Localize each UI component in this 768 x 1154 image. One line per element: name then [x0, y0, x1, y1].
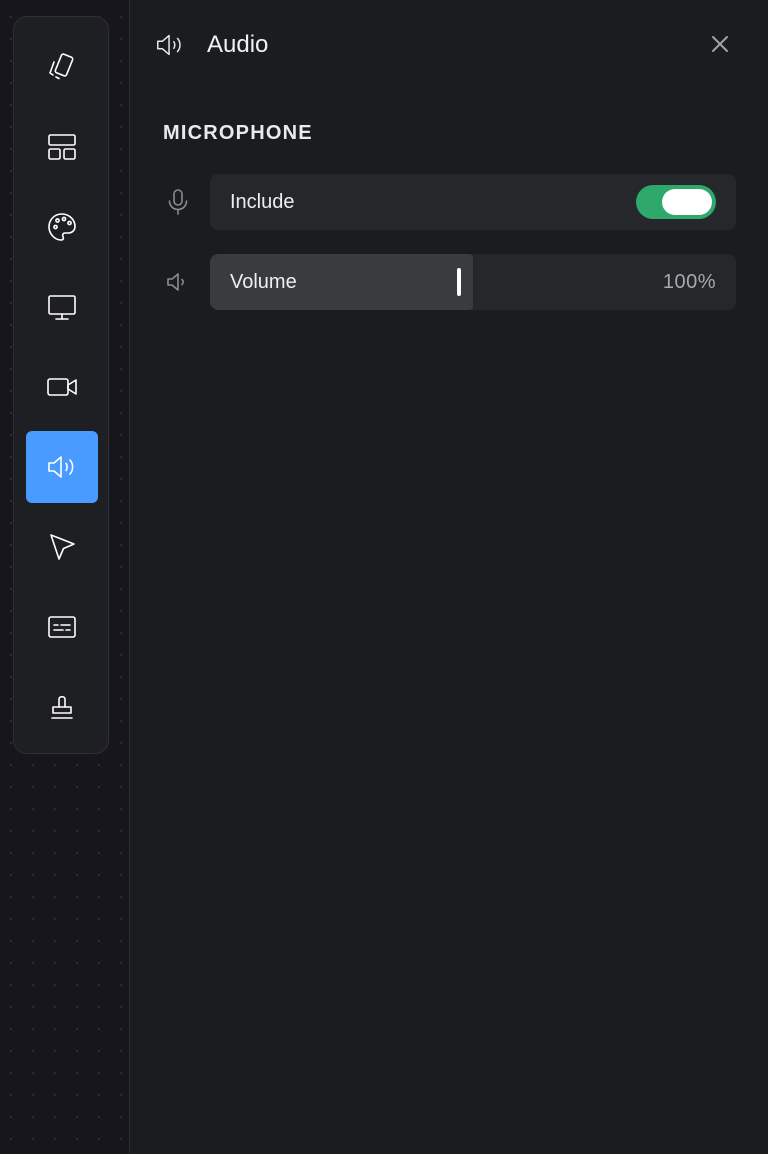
layout-icon — [48, 134, 76, 160]
captions-icon — [48, 616, 76, 638]
toggle-knob — [662, 189, 712, 215]
volume-value: 100% — [662, 271, 716, 293]
tool-cursor[interactable] — [26, 511, 98, 583]
tool-audio[interactable] — [26, 431, 98, 503]
tool-background[interactable] — [26, 31, 98, 103]
slider-handle[interactable] — [457, 268, 461, 296]
editor-toolbar — [13, 16, 109, 754]
microphone-icon — [164, 188, 192, 216]
tool-style[interactable] — [26, 191, 98, 263]
volume-label: Volume — [230, 271, 297, 293]
palette-icon — [48, 213, 76, 241]
include-row: Include — [210, 174, 736, 230]
panel-title: Audio — [207, 31, 269, 58]
speaker-low-icon — [164, 268, 192, 296]
stamp-icon — [51, 695, 73, 719]
close-button[interactable] — [707, 31, 733, 57]
section-title: MICROPHONE — [163, 122, 313, 144]
cards-icon — [49, 53, 74, 80]
speaker-icon — [154, 29, 186, 61]
include-label: Include — [230, 191, 295, 213]
tool-watermark[interactable] — [26, 671, 98, 743]
tool-screen[interactable] — [26, 271, 98, 343]
tool-captions[interactable] — [26, 591, 98, 663]
video-camera-icon — [47, 378, 77, 396]
settings-panel: Audio MICROPHONE Include Volume 100% — [130, 0, 768, 1154]
monitor-icon — [48, 295, 76, 320]
tool-layout[interactable] — [26, 111, 98, 183]
close-icon — [712, 36, 728, 52]
speaker-icon — [48, 456, 74, 478]
cursor-icon — [50, 534, 75, 560]
include-toggle[interactable] — [636, 185, 716, 219]
tool-camera[interactable] — [26, 351, 98, 423]
volume-slider[interactable]: Volume 100% — [210, 254, 736, 310]
